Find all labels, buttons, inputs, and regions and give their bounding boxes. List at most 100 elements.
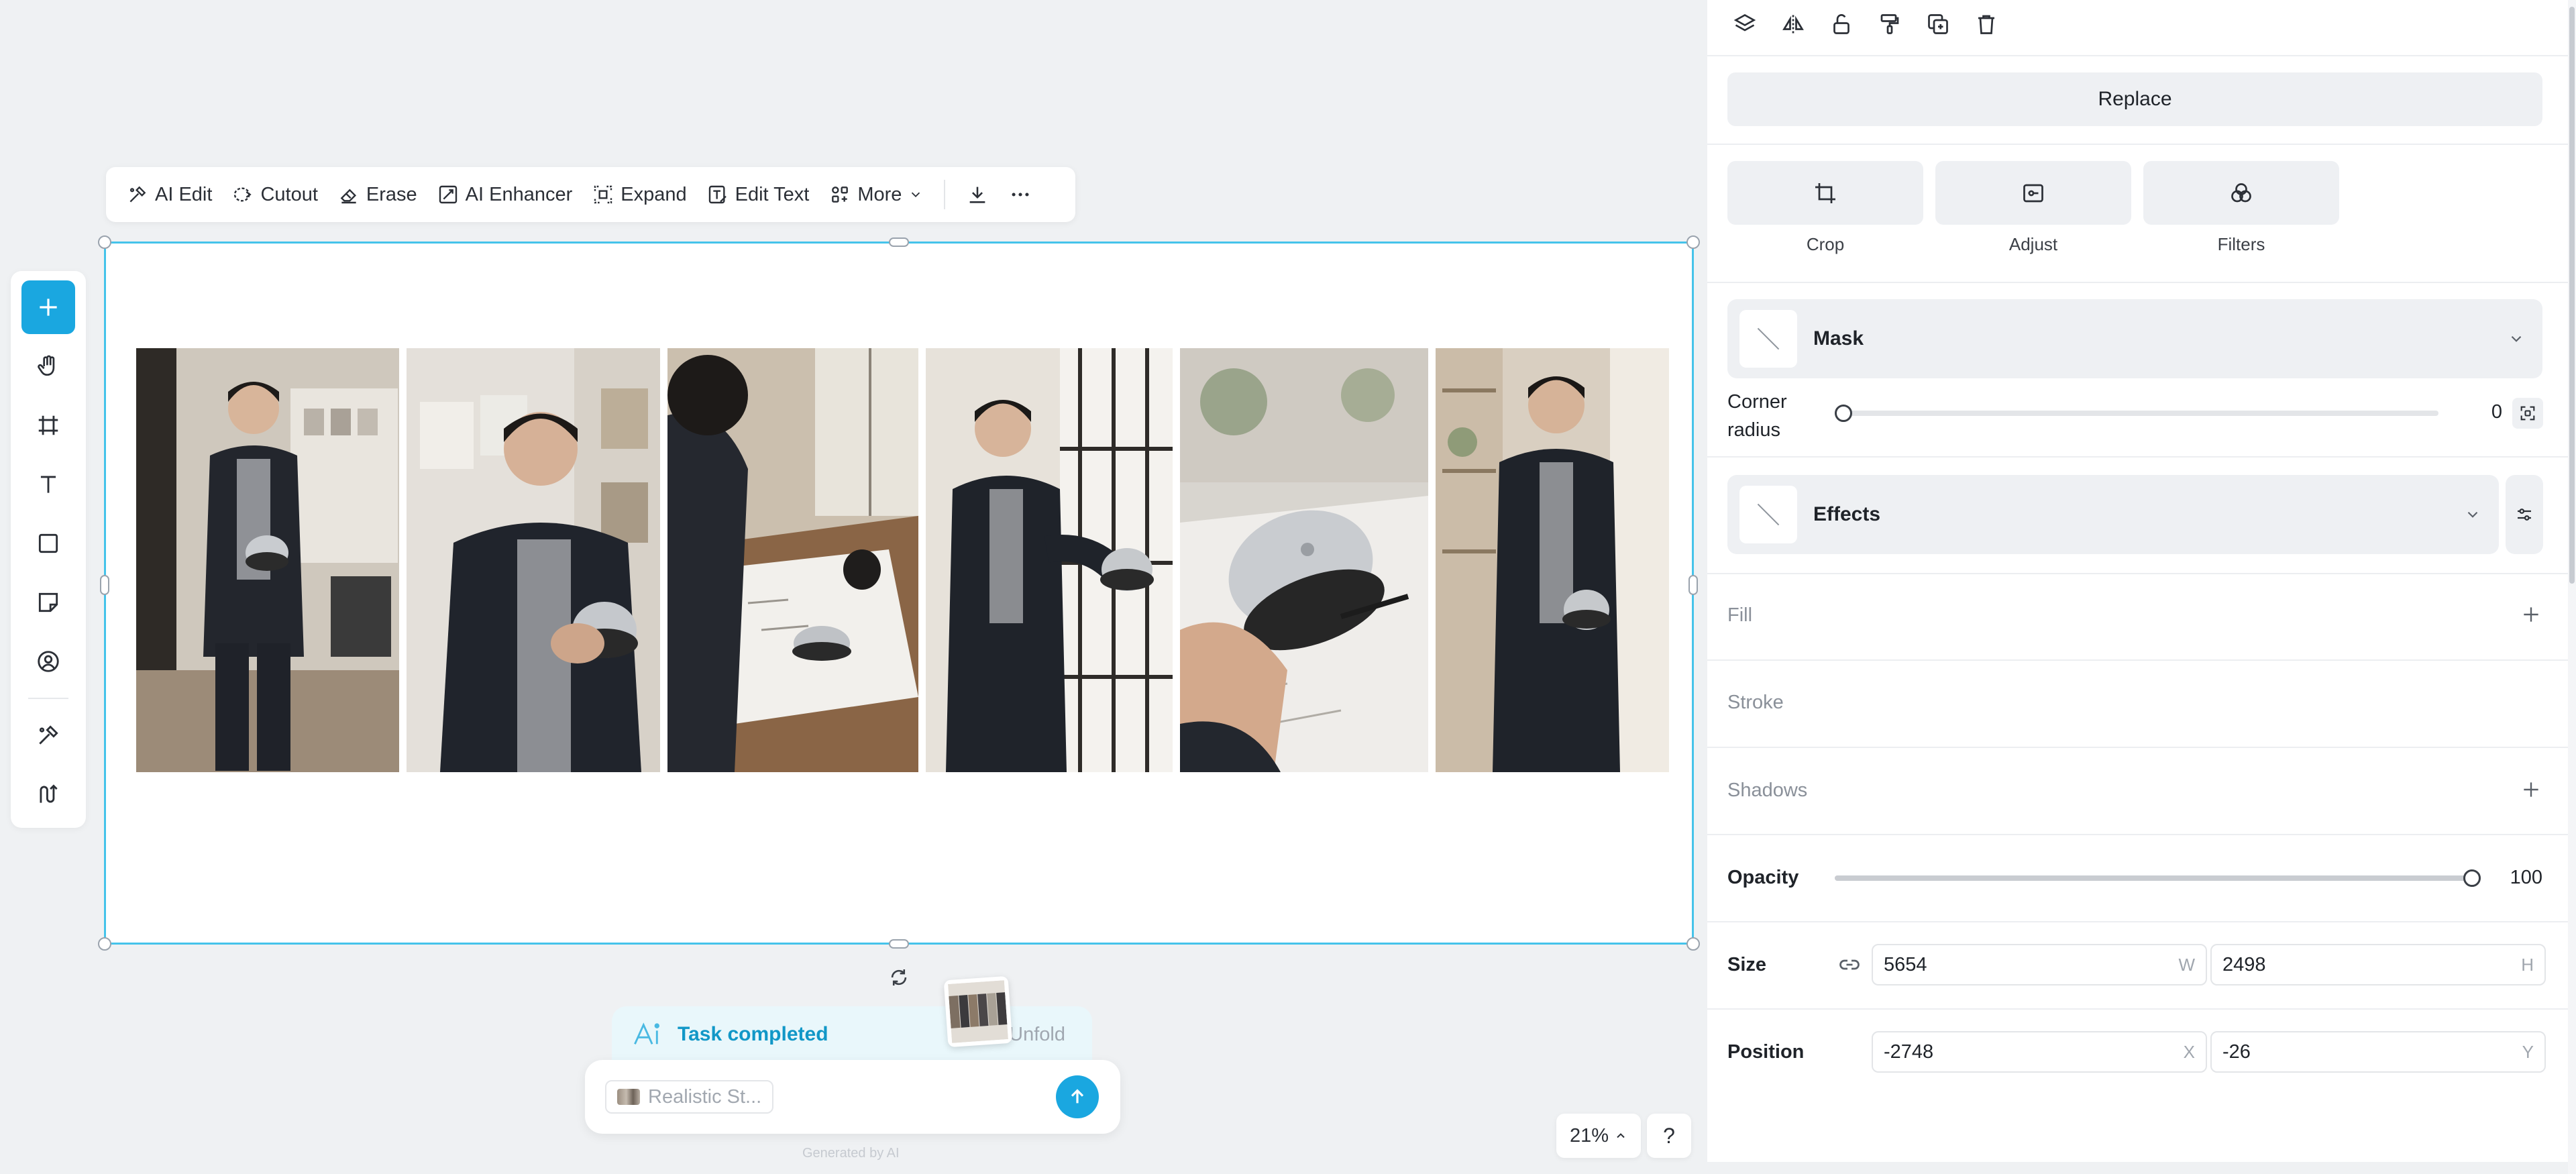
opacity-slider-knob[interactable] bbox=[2463, 869, 2481, 887]
image-adjust-tools: Crop Adjust Filters bbox=[1727, 161, 2339, 255]
send-button[interactable] bbox=[1056, 1075, 1099, 1118]
effects-settings-button[interactable] bbox=[2506, 475, 2543, 554]
width-field[interactable]: 5654 W bbox=[1872, 944, 2207, 985]
rotate-handle[interactable] bbox=[885, 964, 912, 991]
opacity-value[interactable]: 100 bbox=[2499, 867, 2542, 889]
individual-corners-button[interactable] bbox=[2512, 398, 2543, 429]
erase-button[interactable]: Erase bbox=[329, 174, 426, 215]
cutout-button[interactable]: Cutout bbox=[223, 174, 326, 215]
lock-button[interactable] bbox=[1824, 7, 1859, 42]
delete-button[interactable] bbox=[1969, 7, 2004, 42]
text-tool-button[interactable] bbox=[21, 458, 75, 511]
style-reference-chip[interactable]: Realistic St... bbox=[605, 1080, 774, 1114]
zoom-level-button[interactable]: 21% bbox=[1556, 1114, 1641, 1158]
resize-handle-bottom-left[interactable] bbox=[98, 937, 111, 951]
download-button[interactable] bbox=[957, 174, 998, 215]
height-unit: H bbox=[2521, 954, 2534, 975]
help-label: ? bbox=[1663, 1123, 1675, 1148]
panel-scrollbar-thumb[interactable] bbox=[2569, 7, 2575, 584]
sticky-note-tool-button[interactable] bbox=[21, 576, 75, 629]
unlock-icon bbox=[1833, 14, 1849, 34]
resize-handle-left[interactable] bbox=[100, 575, 109, 595]
shape-tool-button[interactable] bbox=[21, 517, 75, 570]
adjust-label: Adjust bbox=[2008, 234, 2058, 254]
copy-style-button[interactable] bbox=[1872, 7, 1907, 42]
panel-divider bbox=[1707, 282, 2568, 283]
photo-desk-sketches bbox=[667, 348, 918, 772]
edit-text-label: Edit Text bbox=[735, 183, 810, 205]
add-tool-button[interactable] bbox=[21, 280, 75, 334]
effects-title: Effects bbox=[1813, 503, 1881, 525]
stroke-label: Stroke bbox=[1727, 692, 1784, 713]
edit-text-button[interactable]: Edit Text bbox=[698, 174, 818, 215]
filters-button[interactable] bbox=[2143, 161, 2339, 225]
crop-tool[interactable]: Crop bbox=[1727, 161, 1923, 255]
expand-button[interactable]: Expand bbox=[584, 174, 695, 215]
ai-edit-button[interactable]: AI Edit bbox=[118, 174, 221, 215]
ai-enhancer-icon bbox=[439, 185, 457, 204]
replace-button[interactable]: Replace bbox=[1727, 72, 2542, 126]
task-status-panel[interactable]: Task completed Unfold bbox=[612, 1006, 1092, 1063]
ai-logo-icon bbox=[634, 1022, 659, 1045]
rail-divider bbox=[28, 698, 68, 699]
filters-tool[interactable]: Filters bbox=[2143, 161, 2339, 255]
effects-section[interactable]: Effects bbox=[1727, 475, 2499, 554]
overflow-menu-button[interactable] bbox=[1000, 174, 1040, 215]
ai-layout-tool-button[interactable] bbox=[21, 767, 75, 821]
position-x-field[interactable]: -2748 X bbox=[1872, 1031, 2207, 1073]
corner-radius-slider[interactable] bbox=[1841, 411, 2438, 416]
add-fill-icon[interactable] bbox=[2520, 604, 2542, 625]
crop-button[interactable] bbox=[1727, 161, 1923, 225]
opacity-slider-fill bbox=[1835, 875, 2472, 881]
chevron-down-icon bbox=[912, 192, 920, 198]
ai-brush-tool-button[interactable] bbox=[21, 708, 75, 762]
corner-radius-value[interactable]: 0 bbox=[2475, 401, 2502, 423]
duplicate-button[interactable] bbox=[1921, 7, 1955, 42]
resize-handle-top-right[interactable] bbox=[1686, 235, 1700, 249]
grid-plus-icon bbox=[832, 186, 849, 203]
task-result-thumbnail[interactable] bbox=[943, 975, 1013, 1048]
resize-handle-right[interactable] bbox=[1688, 575, 1698, 595]
resize-handle-bottom[interactable] bbox=[889, 939, 909, 949]
prompt-input-box[interactable]: Realistic St... bbox=[585, 1060, 1120, 1134]
adjust-tool[interactable]: Adjust bbox=[1935, 161, 2131, 255]
chevron-down-icon bbox=[2511, 335, 2522, 342]
photo-portrait bbox=[1436, 348, 1669, 772]
ai-enhancer-button[interactable]: AI Enhancer bbox=[429, 174, 582, 215]
adjust-button[interactable] bbox=[1935, 161, 2131, 225]
more-button[interactable]: More bbox=[820, 174, 932, 215]
photo-closeup-device bbox=[1180, 348, 1428, 772]
unfold-link[interactable]: Unfold bbox=[1009, 1024, 1065, 1046]
expand-icon bbox=[594, 185, 612, 204]
ai-brush-icon bbox=[39, 725, 58, 745]
link-aspect-ratio-icon[interactable] bbox=[1837, 953, 1862, 977]
corner-radius-slider-knob[interactable] bbox=[1835, 405, 1852, 422]
layers-button[interactable] bbox=[1727, 7, 1762, 42]
corners-icon bbox=[2520, 406, 2535, 421]
height-field[interactable]: 2498 H bbox=[2210, 944, 2546, 985]
position-x-unit: X bbox=[2183, 1041, 2195, 1062]
avatar-icon bbox=[38, 651, 59, 672]
help-button[interactable]: ? bbox=[1647, 1114, 1691, 1158]
add-shadow-icon[interactable] bbox=[2520, 779, 2542, 800]
hand-tool-button[interactable] bbox=[21, 339, 75, 393]
text-icon bbox=[40, 476, 56, 493]
layers-icon bbox=[1733, 13, 1756, 32]
position-label: Position bbox=[1727, 1041, 1805, 1063]
resize-handle-top-left[interactable] bbox=[98, 235, 111, 249]
avatar-tool-button[interactable] bbox=[21, 635, 75, 688]
frame-tool-button[interactable] bbox=[21, 398, 75, 452]
mask-section[interactable]: Mask bbox=[1727, 299, 2542, 378]
sticky-note-icon bbox=[38, 592, 58, 612]
resize-handle-bottom-right[interactable] bbox=[1686, 937, 1700, 951]
resize-handle-top[interactable] bbox=[889, 237, 909, 247]
editor-app: AI Edit Cutout Erase AI Enhancer Expand … bbox=[0, 0, 2576, 1174]
selected-image-frame[interactable] bbox=[98, 235, 1700, 951]
adjust-icon bbox=[2023, 184, 2043, 202]
flip-button[interactable] bbox=[1776, 7, 1811, 42]
edit-text-icon bbox=[708, 185, 727, 204]
zoom-level-value: 21% bbox=[1569, 1124, 1609, 1146]
paint-format-icon bbox=[1880, 14, 1899, 34]
position-y-field[interactable]: -26 Y bbox=[2210, 1031, 2546, 1073]
opacity-slider[interactable] bbox=[1835, 875, 2472, 881]
